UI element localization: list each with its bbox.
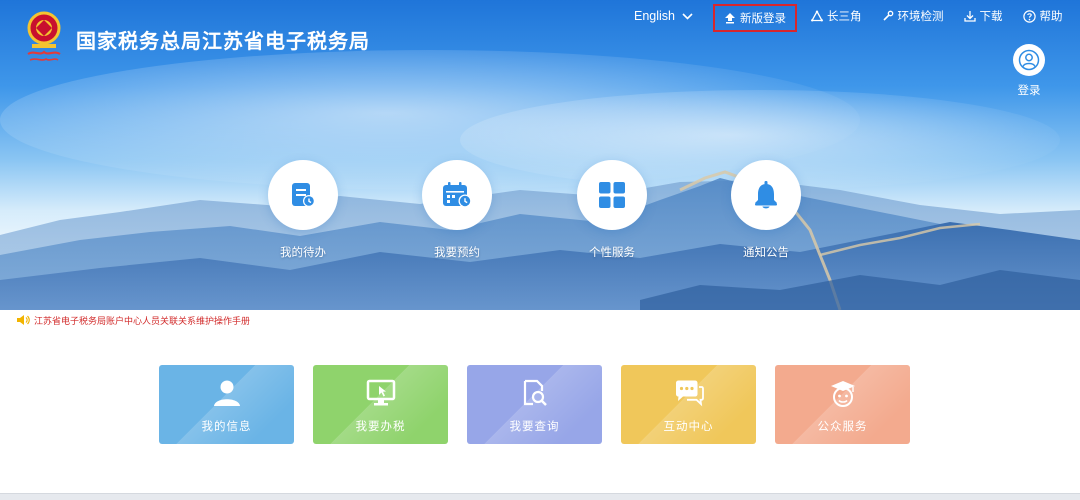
monitor-icon xyxy=(366,379,395,406)
tile-do-tax[interactable]: 我要办税 xyxy=(313,365,448,444)
grid-icon xyxy=(599,182,625,208)
language-label: English xyxy=(634,9,675,23)
chevron-down-icon xyxy=(682,12,693,20)
help-link[interactable]: 帮助 xyxy=(1022,3,1063,29)
tile-interaction[interactable]: 互动中心 xyxy=(621,365,756,444)
download-link[interactable]: 下载 xyxy=(963,3,1003,29)
login-label: 登录 xyxy=(1017,85,1041,97)
feature-appointment[interactable]: 我要预约 xyxy=(421,160,493,260)
graduate-icon xyxy=(830,381,855,407)
tile-label: 我的信息 xyxy=(201,421,252,433)
download-label: 下载 xyxy=(979,11,1003,23)
user-icon xyxy=(213,380,240,406)
tile-my-info[interactable]: 我的信息 xyxy=(159,365,294,444)
tax-emblem-logo xyxy=(22,10,66,66)
feature-circle xyxy=(577,160,647,230)
speaker-icon xyxy=(17,315,30,325)
tile-label: 公众服务 xyxy=(817,421,868,433)
feature-label: 通知公告 xyxy=(743,247,789,259)
new-login-button[interactable]: 新版登录 xyxy=(713,3,797,32)
tile-label: 我要查询 xyxy=(509,421,560,433)
feature-circle xyxy=(422,160,492,230)
top-navigation: English 新版登录 长三角 环境检测 下载 帮助 xyxy=(628,0,1063,32)
chat-icon xyxy=(675,380,704,407)
tile-public-service[interactable]: 公众服务 xyxy=(775,365,910,444)
help-circle-icon xyxy=(1022,9,1036,23)
help-label: 帮助 xyxy=(1039,11,1063,23)
user-avatar-icon xyxy=(1018,49,1040,71)
tile-label: 我要办税 xyxy=(355,421,406,433)
upload-arrow-icon xyxy=(725,12,735,23)
todo-clock-icon xyxy=(292,183,315,207)
feature-announcements[interactable]: 通知公告 xyxy=(730,160,802,260)
triangle-icon xyxy=(811,10,823,22)
env-check-link[interactable]: 环境检测 xyxy=(882,3,944,29)
doc-search-icon xyxy=(523,379,547,406)
feature-label: 个性服务 xyxy=(589,247,635,259)
notice-bar[interactable]: 江苏省电子税务局账户中心人员关联关系维护操作手册 xyxy=(16,313,250,327)
site-title: 国家税务总局江苏省电子税务局 xyxy=(76,31,370,53)
feature-label: 我的待办 xyxy=(280,247,326,259)
feature-personal-service[interactable]: 个性服务 xyxy=(576,160,648,260)
new-login-label: 新版登录 xyxy=(740,12,786,25)
wrench-icon xyxy=(882,10,893,21)
yangtze-delta-label: 长三角 xyxy=(827,11,862,23)
bell-icon xyxy=(755,181,777,209)
download-icon xyxy=(963,11,976,22)
tile-label: 互动中心 xyxy=(663,421,714,433)
calendar-clock-icon xyxy=(443,182,472,208)
avatar xyxy=(1013,44,1045,76)
login-button[interactable]: 登录 xyxy=(1012,44,1046,98)
language-switch[interactable]: English xyxy=(634,3,693,29)
yangtze-delta-link[interactable]: 长三角 xyxy=(811,3,862,29)
notice-text: 江苏省电子税务局账户中心人员关联关系维护操作手册 xyxy=(34,315,251,326)
feature-circle xyxy=(268,160,338,230)
env-check-label: 环境检测 xyxy=(897,11,944,23)
tile-query[interactable]: 我要查询 xyxy=(467,365,602,444)
feature-my-todo[interactable]: 我的待办 xyxy=(267,160,339,260)
feature-label: 我要预约 xyxy=(434,247,480,259)
feature-circle xyxy=(731,160,801,230)
bottom-divider xyxy=(0,493,1080,500)
